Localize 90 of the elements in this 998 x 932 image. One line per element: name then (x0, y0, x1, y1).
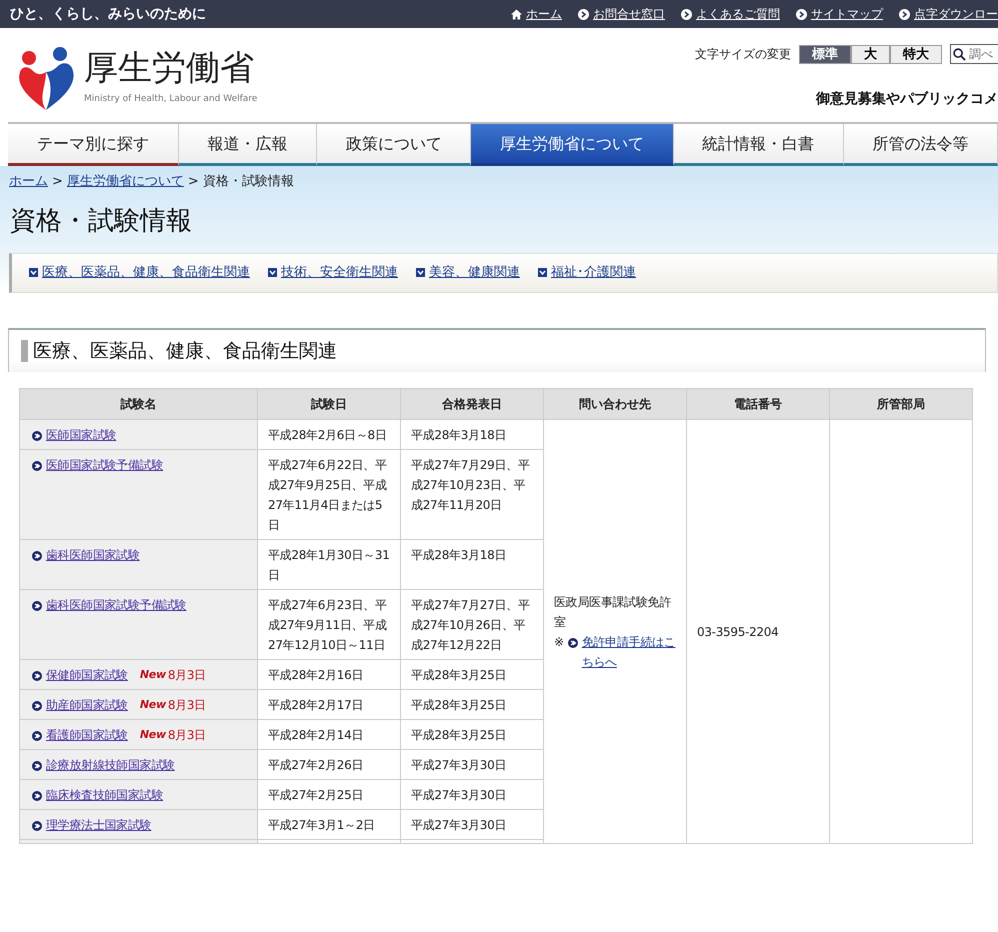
arrow-circle-icon (578, 8, 589, 20)
nav-tab[interactable]: 所管の法令等 (844, 124, 998, 166)
exam-link[interactable]: 医師国家試験 (46, 425, 116, 445)
top-link[interactable]: ホーム (526, 5, 562, 23)
arrow-circle-icon (899, 8, 910, 20)
table-cell: 平成27年6月22日、平成27年9月25日、平成27年11月4日または5日 (258, 450, 400, 540)
exam-link[interactable]: 助産師国家試験 (46, 695, 128, 715)
new-label: New (140, 727, 166, 743)
nav-tab[interactable]: 厚生労働省について (471, 124, 674, 166)
column-header: 所管部局 (830, 388, 972, 420)
arrow-circle-icon (32, 431, 42, 441)
new-label: New (140, 697, 166, 713)
nav-tab[interactable]: 政策について (317, 124, 472, 166)
search-icon (953, 48, 966, 61)
procedure-link[interactable]: 免許申請手続はこちらへ (582, 632, 678, 672)
breadcrumb-current: 資格・試験情報 (202, 173, 294, 191)
down-arrow-icon (416, 268, 425, 278)
arrow-circle-icon (568, 638, 578, 648)
table-cell: 平成28年2月14日 (258, 720, 400, 750)
top-link[interactable]: 点字ダウンロー (914, 5, 998, 23)
arrow-circle-icon (681, 8, 692, 20)
exam-link[interactable]: 看護師国家試験 (46, 725, 128, 745)
exam-link[interactable]: 保健師国家試験 (46, 665, 128, 685)
new-label: New (140, 667, 166, 683)
anchor-link[interactable]: 福祉･介護関連 (551, 262, 636, 282)
nav-tab[interactable]: 統計情報・白書 (674, 124, 844, 166)
arrow-circle-icon (32, 821, 42, 831)
table-cell: 平成28年2月17日 (258, 690, 400, 720)
exam-link[interactable]: 歯科医師国家試験予備試験 (46, 595, 186, 615)
update-date: 8月3日 (168, 667, 206, 684)
font-size-label: 文字サイズの変更 (695, 46, 791, 64)
feature-link[interactable]: 御意見募集やパブリックコメ (816, 88, 998, 110)
arrow-circle-icon (32, 731, 42, 741)
logo-subtitle: Ministry of Health, Labour and Welfare (84, 93, 258, 106)
exam-link[interactable]: 医師国家試験予備試験 (46, 455, 164, 475)
font-size-button[interactable]: 特大 (890, 44, 942, 64)
top-link[interactable]: サイトマップ (811, 5, 883, 23)
top-link[interactable]: よくあるご質問 (696, 5, 780, 23)
update-date: 8月3日 (168, 727, 206, 744)
table-cell: 平成27年2月25日 (258, 780, 400, 810)
note-mark: ※ (554, 634, 564, 651)
table-cell: 03-3595-2204 (686, 420, 830, 844)
column-header: 合格発表日 (400, 388, 544, 420)
table-cell: 平成28年3月18日 (400, 420, 544, 450)
arrow-circle-icon (32, 761, 42, 771)
arrow-circle-icon (32, 701, 42, 711)
table-cell: 平成27年2月26日 (258, 750, 400, 780)
exam-link[interactable]: 理学療法士国家試験 (46, 815, 152, 835)
contact-text: 医政局医事課試験免許室 (554, 594, 672, 631)
table-cell: 平成28年2月16日 (258, 660, 400, 690)
arrow-circle-icon (32, 671, 42, 681)
update-date: 8月3日 (168, 697, 206, 714)
column-header: 問い合わせ先 (544, 388, 686, 420)
column-header: 試験名 (20, 388, 258, 420)
arrow-circle-icon (32, 461, 42, 471)
column-header: 試験日 (258, 388, 400, 420)
search-field[interactable]: 調べ (950, 44, 998, 64)
breadcrumb-separator: > (52, 173, 63, 191)
table-cell: 平成27年6月23日、平成27年9月11日、平成27年12月10日～11日 (258, 590, 400, 660)
down-arrow-icon (29, 268, 38, 278)
down-arrow-icon (538, 268, 547, 278)
section-heading: 医療、医薬品、健康、食品衛生関連 (21, 340, 337, 362)
exam-link[interactable]: 診療放射線技師国家試験 (46, 755, 175, 775)
table-cell: 平成28年2月6日～8日 (258, 420, 400, 450)
tagline: ひと、くらし、みらいのために (10, 4, 206, 24)
anchor-link[interactable]: 美容、健康関連 (429, 262, 520, 282)
exam-link[interactable]: 歯科医師国家試験 (46, 545, 140, 565)
arrow-circle-icon (796, 8, 807, 20)
column-header: 電話番号 (686, 388, 830, 420)
home-icon (511, 8, 522, 20)
table-cell: 平成27年3月1～2日 (258, 810, 400, 840)
anchor-link[interactable]: 医療、医薬品、健康、食品衛生関連 (42, 262, 250, 282)
down-arrow-icon (268, 268, 277, 278)
arrow-circle-icon (32, 601, 42, 611)
table-cell: 平成28年1月30日～31日 (258, 540, 400, 590)
nav-tab[interactable]: テーマ別に探す (8, 124, 179, 166)
page-title: 資格・試験情報 (10, 206, 193, 237)
top-link[interactable]: お問合せ窓口 (593, 5, 665, 23)
nav-tab[interactable]: 報道・広報 (179, 124, 318, 166)
anchor-link[interactable]: 技術、安全衛生関連 (281, 262, 398, 282)
logo-title: 厚生労働省 (84, 51, 255, 86)
font-size-button[interactable]: 標準 (799, 44, 851, 64)
exam-link[interactable]: 臨床検査技師国家試験 (46, 785, 164, 805)
breadcrumb-separator: > (188, 173, 199, 191)
font-size-button[interactable]: 大 (851, 44, 890, 64)
logo-icon (16, 46, 76, 112)
breadcrumb-link[interactable]: 厚生労働省について (66, 172, 184, 192)
breadcrumb-link[interactable]: ホーム (9, 172, 48, 192)
arrow-circle-icon (32, 791, 42, 801)
arrow-circle-icon (32, 551, 42, 561)
